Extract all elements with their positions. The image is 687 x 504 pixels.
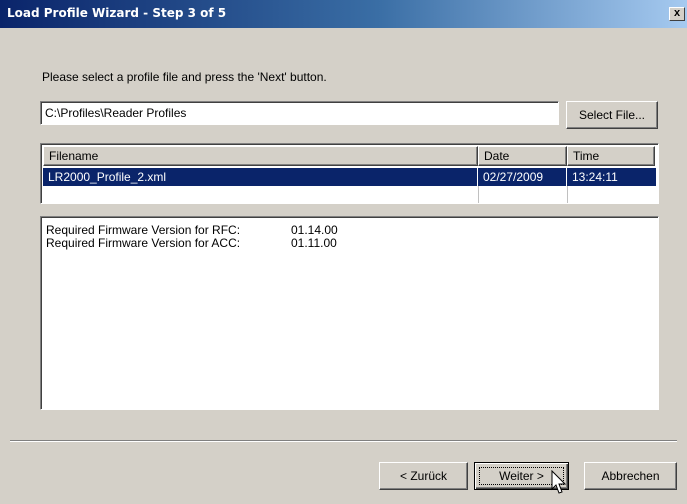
list-header: Filename Date Time bbox=[43, 146, 656, 166]
back-button[interactable]: < Zurück bbox=[379, 462, 468, 490]
column-header-date[interactable]: Date bbox=[478, 146, 567, 166]
list-row-selected[interactable]: LR2000_Profile_2.xml 02/27/2009 13:24:11 bbox=[43, 168, 656, 186]
column-header-time[interactable]: Time bbox=[567, 146, 655, 166]
row-time: 13:24:11 bbox=[572, 170, 618, 184]
window-title: Load Profile Wizard - Step 3 of 5 bbox=[7, 6, 227, 20]
profile-file-list[interactable]: Filename Date Time LR2000_Profile_2.xml … bbox=[40, 143, 659, 204]
info-value: 01.14.00 bbox=[291, 223, 338, 237]
title-bar: Load Profile Wizard - Step 3 of 5 x bbox=[0, 0, 687, 28]
firmware-info-box: Required Firmware Version for RFC: 01.14.… bbox=[40, 216, 659, 410]
info-line-acc: Required Firmware Version for ACC: 01.11.… bbox=[46, 237, 337, 250]
separator bbox=[10, 440, 677, 442]
select-file-button[interactable]: Select File... bbox=[566, 101, 658, 129]
column-header-filename[interactable]: Filename bbox=[43, 146, 478, 166]
grid-line bbox=[567, 186, 568, 203]
file-path-input[interactable] bbox=[40, 101, 559, 125]
instruction-text: Please select a profile file and press t… bbox=[42, 70, 327, 84]
cancel-button[interactable]: Abbrechen bbox=[584, 462, 677, 490]
row-filename: LR2000_Profile_2.xml bbox=[43, 168, 478, 186]
mouse-pointer-icon bbox=[551, 470, 567, 494]
info-label: Required Firmware Version for ACC: bbox=[46, 236, 241, 250]
info-value: 01.11.00 bbox=[291, 236, 337, 250]
row-date: 02/27/2009 bbox=[478, 168, 567, 186]
grid-line bbox=[478, 186, 479, 203]
close-button[interactable]: x bbox=[669, 7, 685, 21]
